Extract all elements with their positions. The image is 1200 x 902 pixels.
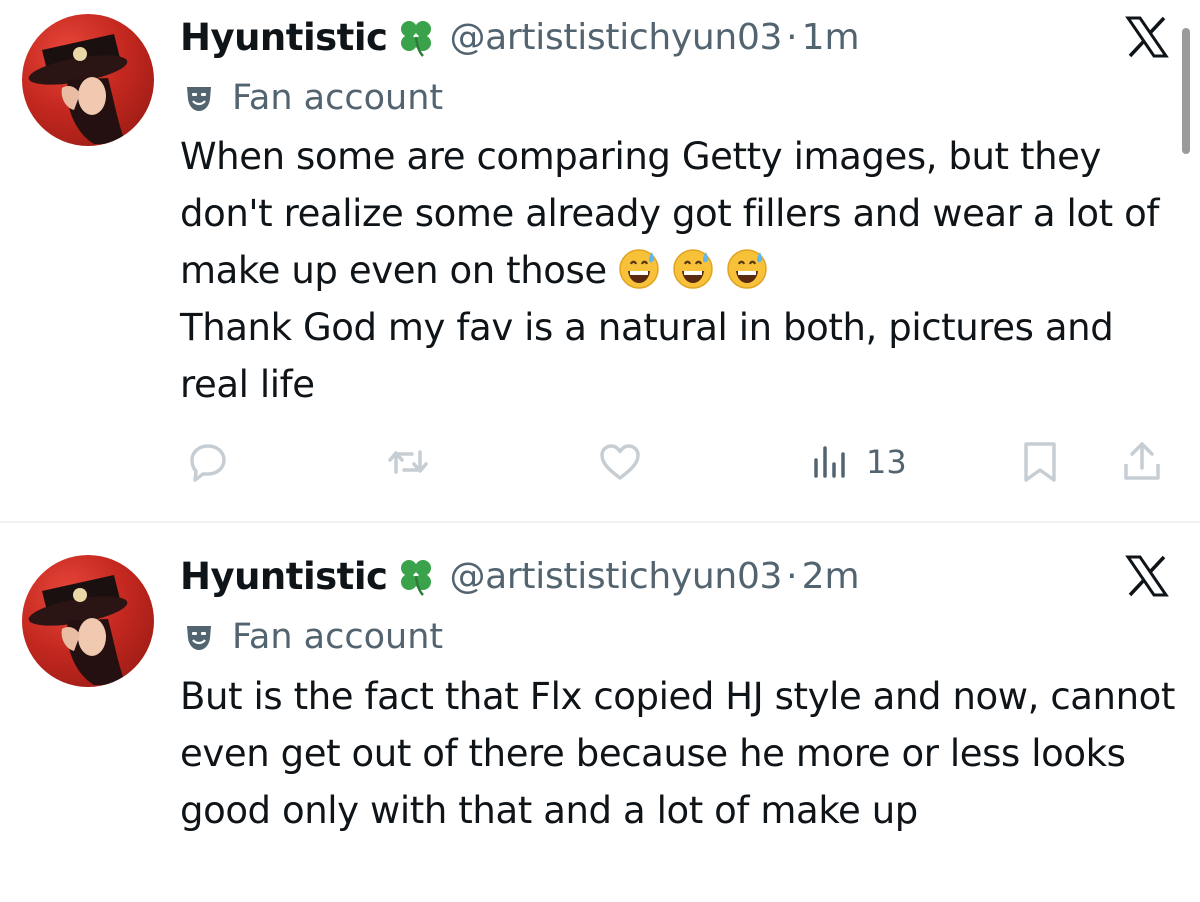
avatar[interactable] <box>22 555 154 687</box>
views-button[interactable]: 13 <box>806 432 907 492</box>
retweet-icon[interactable] <box>384 432 432 492</box>
tweet-header: Hyuntistic @artististichyun03 · 2m <box>180 551 860 601</box>
theater-masks-icon <box>184 622 214 652</box>
action-bar: 13 <box>0 432 1200 492</box>
avatar[interactable] <box>22 14 154 146</box>
x-logo-icon[interactable] <box>1124 14 1170 60</box>
fan-account-label: Fan account <box>184 75 443 121</box>
reply-icon[interactable] <box>184 432 232 492</box>
separator: · <box>786 555 798 597</box>
label-text: Fan account <box>232 78 444 118</box>
share-icon[interactable] <box>1118 432 1166 492</box>
fan-account-label: Fan account <box>184 614 443 660</box>
timestamp[interactable]: 2m <box>802 556 860 597</box>
four-leaf-clover-icon <box>395 16 437 58</box>
tweet-text-paragraph: Thank God my fav is a natural in both, p… <box>180 306 1114 406</box>
grinning-face-with-sweat-icon <box>725 246 769 290</box>
tweet[interactable]: Hyuntistic @artististichyun03 · 1m Fan a… <box>0 0 1200 522</box>
tweet-text: But is the fact that Flx copied HJ style… <box>180 668 1180 839</box>
label-text: Fan account <box>232 617 444 657</box>
display-name[interactable]: Hyuntistic <box>180 555 388 598</box>
grinning-face-with-sweat-icon <box>617 246 661 290</box>
tweet-text-paragraph: When some are comparing Getty images, bu… <box>180 128 1180 299</box>
handle[interactable]: @artististichyun03 <box>449 556 782 597</box>
grinning-face-with-sweat-icon <box>671 246 715 290</box>
four-leaf-clover-icon <box>395 555 437 597</box>
tweet-text-paragraph: But is the fact that Flx copied HJ style… <box>180 675 1175 832</box>
views-count: 13 <box>866 443 907 481</box>
tweet-text: When some are comparing Getty images, bu… <box>180 128 1180 413</box>
timestamp[interactable]: 1m <box>802 17 860 58</box>
tweet[interactable]: Hyuntistic @artististichyun03 · 2m Fan a… <box>0 523 1200 902</box>
tweet-header: Hyuntistic @artististichyun03 · 1m <box>180 12 860 62</box>
views-icon <box>814 446 845 478</box>
theater-masks-icon <box>184 83 214 113</box>
separator: · <box>786 16 798 58</box>
heart-icon[interactable] <box>596 432 644 492</box>
x-logo-icon[interactable] <box>1124 553 1170 599</box>
tweet-text-line: When some are comparing Getty images, bu… <box>180 135 1159 292</box>
display-name[interactable]: Hyuntistic <box>180 16 388 59</box>
handle[interactable]: @artististichyun03 <box>449 17 782 58</box>
bookmark-icon[interactable] <box>1016 432 1064 492</box>
scrollbar[interactable] <box>1182 28 1190 154</box>
